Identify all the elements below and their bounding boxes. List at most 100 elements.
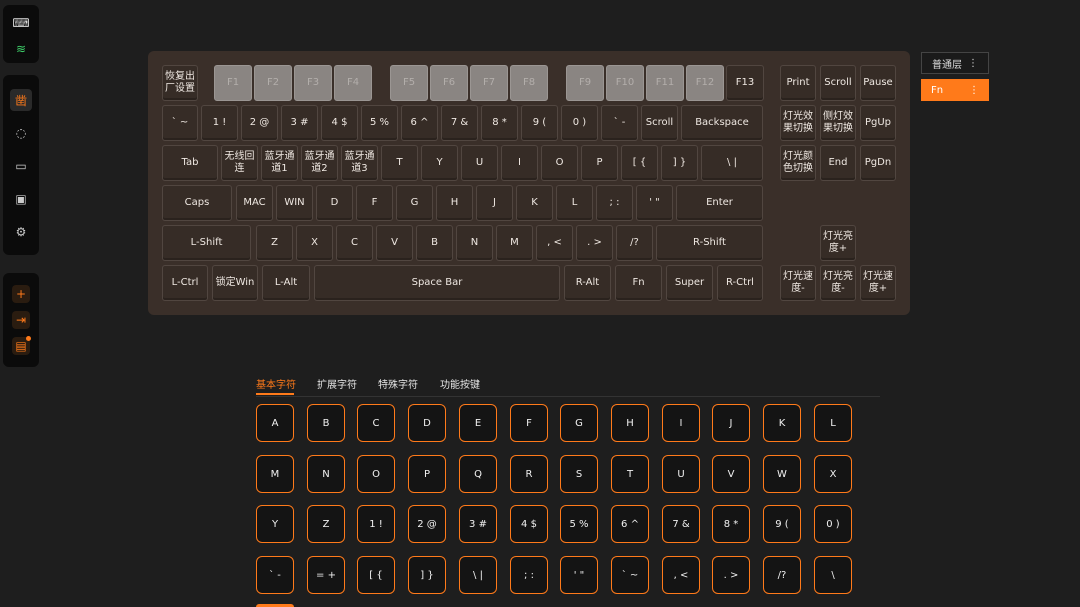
- char-key[interactable]: O: [357, 455, 395, 493]
- key-space[interactable]: Space Bar: [314, 265, 560, 301]
- key-3[interactable]: 3 #: [281, 105, 318, 141]
- key-6[interactable]: 6 ^: [401, 105, 438, 141]
- char-key[interactable]: G: [560, 404, 598, 442]
- char-key[interactable]: Z: [307, 505, 345, 543]
- key-pgup[interactable]: PgUp: [860, 105, 896, 141]
- char-key[interactable]: /?: [763, 556, 801, 594]
- char-key[interactable]: F: [510, 404, 548, 442]
- sidebar-document[interactable]: ▤: [3, 333, 39, 359]
- char-key[interactable]: K: [763, 404, 801, 442]
- key-d[interactable]: D: [316, 185, 353, 221]
- key-pause[interactable]: Pause: [860, 65, 896, 101]
- key-period[interactable]: . >: [576, 225, 613, 261]
- key-1[interactable]: 1 !: [201, 105, 238, 141]
- key-slash[interactable]: /?: [616, 225, 653, 261]
- key-lock-win[interactable]: 锁定Win: [212, 265, 258, 301]
- char-key[interactable]: ` -: [256, 556, 294, 594]
- char-key[interactable]: 5 %: [560, 505, 598, 543]
- sidebar-keyboard[interactable]: ⌨: [3, 10, 39, 36]
- key-z[interactable]: Z: [256, 225, 293, 261]
- sidebar-lighting[interactable]: ◌: [3, 120, 39, 146]
- more-icon[interactable]: ⋮: [969, 85, 979, 96]
- key-backspace[interactable]: Backspace: [681, 105, 763, 141]
- char-key[interactable]: 3 #: [459, 505, 497, 543]
- key-left-bracket[interactable]: [ {: [621, 145, 658, 181]
- key-right-shift[interactable]: R-Shift: [656, 225, 763, 261]
- key-f5[interactable]: F5: [390, 65, 428, 101]
- key-scroll-lock[interactable]: Scroll: [820, 65, 856, 101]
- key-tab[interactable]: Tab: [162, 145, 218, 181]
- char-key[interactable]: R: [510, 455, 548, 493]
- char-key[interactable]: U: [662, 455, 700, 493]
- key-comma[interactable]: , <: [536, 225, 573, 261]
- key-f13[interactable]: F13: [726, 65, 764, 101]
- key-t[interactable]: T: [381, 145, 418, 181]
- char-key[interactable]: \: [814, 556, 852, 594]
- char-key[interactable]: D: [408, 404, 446, 442]
- key-enter[interactable]: Enter: [676, 185, 763, 221]
- key-caps[interactable]: Caps: [162, 185, 232, 221]
- key-g[interactable]: G: [396, 185, 433, 221]
- key-scroll[interactable]: Scroll: [641, 105, 678, 141]
- key-f10[interactable]: F10: [606, 65, 644, 101]
- sidebar-settings[interactable]: ⚙: [3, 219, 39, 245]
- key-f7[interactable]: F7: [470, 65, 508, 101]
- key-5[interactable]: 5 %: [361, 105, 398, 141]
- key-pgdn[interactable]: PgDn: [860, 145, 896, 181]
- char-key[interactable]: S: [560, 455, 598, 493]
- sidebar-wireless[interactable]: ≋: [3, 36, 39, 62]
- key-f9[interactable]: F9: [566, 65, 604, 101]
- key-left-ctrl[interactable]: L-Ctrl: [162, 265, 208, 301]
- key-n[interactable]: N: [456, 225, 493, 261]
- char-key[interactable]: J: [712, 404, 750, 442]
- key-speed-down[interactable]: 灯光速度-: [780, 265, 816, 301]
- key-i[interactable]: I: [501, 145, 538, 181]
- key-grave[interactable]: ` ~: [162, 105, 198, 141]
- char-key[interactable]: = +: [307, 556, 345, 594]
- key-f6[interactable]: F6: [430, 65, 468, 101]
- char-key[interactable]: 9 (: [763, 505, 801, 543]
- char-key[interactable]: 1 !: [357, 505, 395, 543]
- char-key[interactable]: Y: [256, 505, 294, 543]
- key-0[interactable]: 0 ): [561, 105, 598, 141]
- char-key[interactable]: T: [611, 455, 649, 493]
- key-9[interactable]: 9 (: [521, 105, 558, 141]
- char-key[interactable]: ' ": [560, 556, 598, 594]
- tab-basic-chars[interactable]: 基本字符: [256, 376, 296, 391]
- key-f8[interactable]: F8: [510, 65, 548, 101]
- char-key[interactable]: W: [763, 455, 801, 493]
- key-f1[interactable]: F1: [214, 65, 252, 101]
- char-key[interactable]: L: [814, 404, 852, 442]
- key-factory-reset[interactable]: 恢复出厂设置: [162, 65, 198, 101]
- key-wireless-reconnect[interactable]: 无线回连: [221, 145, 258, 181]
- key-f4[interactable]: F4: [334, 65, 372, 101]
- char-key[interactable]: A: [256, 404, 294, 442]
- key-f3[interactable]: F3: [294, 65, 332, 101]
- key-k[interactable]: K: [516, 185, 553, 221]
- char-key[interactable]: Q: [459, 455, 497, 493]
- key-7[interactable]: 7 &: [441, 105, 478, 141]
- char-key[interactable]: V: [712, 455, 750, 493]
- char-key[interactable]: E: [459, 404, 497, 442]
- key-o[interactable]: O: [541, 145, 578, 181]
- key-2[interactable]: 2 @: [241, 105, 278, 141]
- char-key[interactable]: ] }: [408, 556, 446, 594]
- layer-normal[interactable]: 普通层 ⋮: [921, 52, 989, 74]
- char-key[interactable]: ; :: [510, 556, 548, 594]
- sidebar-export[interactable]: ⇥: [3, 307, 39, 333]
- key-p[interactable]: P: [581, 145, 618, 181]
- key-left-shift[interactable]: L-Shift: [162, 225, 251, 261]
- key-light-color-switch[interactable]: 灯光颜色切换: [780, 145, 816, 181]
- tab-extended-chars[interactable]: 扩展字符: [317, 376, 357, 391]
- key-x[interactable]: X: [296, 225, 333, 261]
- char-key[interactable]: N: [307, 455, 345, 493]
- key-side-light-switch[interactable]: 侧灯效果切换: [820, 105, 856, 141]
- key-quote[interactable]: ' ": [636, 185, 673, 221]
- key-c[interactable]: C: [336, 225, 373, 261]
- key-f[interactable]: F: [356, 185, 393, 221]
- key-j[interactable]: J: [476, 185, 513, 221]
- char-key[interactable]: ` ~: [611, 556, 649, 594]
- sidebar-record[interactable]: ▣: [3, 186, 39, 212]
- key-end[interactable]: End: [820, 145, 856, 181]
- key-y[interactable]: Y: [421, 145, 458, 181]
